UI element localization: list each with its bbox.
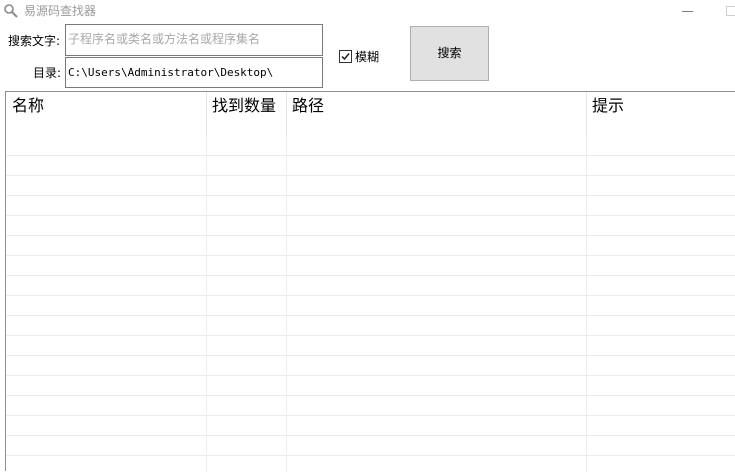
- results-list[interactable]: 名称 找到数量 路径 提示: [5, 91, 735, 472]
- title-bar: 易源码查找器: [0, 0, 735, 22]
- fuzzy-checkbox[interactable]: [339, 50, 352, 63]
- directory-input[interactable]: C:\Users\Administrator\Desktop\: [65, 57, 323, 88]
- search-button[interactable]: 搜索: [410, 26, 489, 81]
- header-divider[interactable]: [586, 92, 587, 136]
- column-divider: [286, 92, 287, 472]
- search-input[interactable]: 子程序名或类名或方法名或程序集名: [65, 24, 323, 56]
- column-header-name[interactable]: 名称: [12, 96, 44, 116]
- header-divider[interactable]: [286, 92, 287, 136]
- maximize-button[interactable]: [726, 6, 735, 16]
- search-text-label: 搜索文字:: [8, 34, 61, 48]
- fuzzy-label[interactable]: 模糊: [355, 49, 379, 65]
- column-divider: [586, 92, 587, 472]
- window-title: 易源码查找器: [24, 4, 97, 18]
- column-divider: [206, 92, 207, 472]
- list-header: 名称 找到数量 路径 提示: [6, 92, 735, 136]
- column-header-path[interactable]: 路径: [292, 96, 324, 116]
- column-header-count[interactable]: 找到数量: [212, 96, 276, 116]
- directory-label: 目录:: [33, 66, 62, 80]
- column-header-hint[interactable]: 提示: [592, 96, 624, 116]
- header-divider[interactable]: [206, 92, 207, 136]
- checkmark-icon: [341, 53, 350, 61]
- minimize-button[interactable]: [682, 11, 693, 12]
- magnifier-icon: [3, 3, 19, 19]
